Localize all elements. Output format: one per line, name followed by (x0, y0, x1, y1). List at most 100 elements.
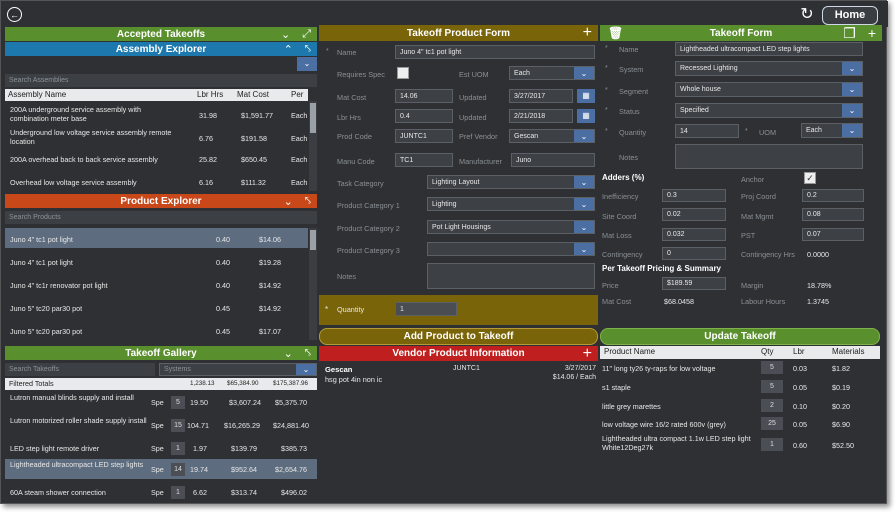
refresh-icon[interactable]: ↻ (798, 6, 816, 24)
product-category-3-select[interactable]: ⌄ (427, 242, 595, 256)
add-product-button[interactable]: Add Product to Takeoff (319, 328, 598, 345)
col-mat-cost[interactable]: Mat Cost (237, 90, 269, 99)
trash-icon[interactable]: 🗑 (608, 26, 623, 40)
add-icon[interactable]: + (583, 24, 592, 42)
mat-cost-input[interactable]: 14.06 (395, 89, 453, 103)
list-item[interactable]: 200A underground service assembly with c… (5, 105, 308, 125)
lbr-hrs-input[interactable]: 0.4 (395, 109, 453, 123)
chevron-down-icon[interactable]: ⌄ (842, 83, 862, 96)
prod-code-input[interactable]: JUNTC1 (395, 129, 453, 143)
list-item[interactable]: Underground low voltage service assembly… (5, 128, 308, 148)
chevron-down-icon[interactable]: ⌄ (574, 243, 594, 255)
mat-mgmt-input[interactable]: 0.08 (802, 208, 864, 221)
product-category-2-select[interactable]: Pot Light Housings ⌄ (427, 220, 595, 234)
table-row[interactable]: low voltage wire 16/2 rated 600v (grey) … (600, 416, 880, 433)
mat-loss-input[interactable]: 0.032 (662, 228, 726, 241)
proj-coord-input[interactable]: 0.2 (802, 189, 864, 202)
takeoff-name-input[interactable]: Lightheaded ultracompact LED step lights (675, 42, 863, 56)
requires-spec-checkbox[interactable] (397, 67, 409, 79)
copy-icon[interactable]: ❐ (843, 25, 856, 42)
list-item[interactable]: Lightheaded ultracompact LED step lights… (5, 459, 317, 479)
scroll-thumb[interactable] (310, 230, 316, 250)
list-item[interactable]: 200A overhead back to back service assem… (5, 155, 308, 167)
col-assembly-name[interactable]: Assembly Name (8, 90, 66, 99)
notes-textarea[interactable] (427, 263, 595, 289)
table-row[interactable]: s1 staple 5 0.05 $0.19 (600, 379, 880, 396)
scroll-thumb[interactable] (310, 103, 316, 133)
list-item[interactable]: Overhead low voltage service assembly 6.… (5, 178, 308, 190)
col-product-name[interactable]: Product Name (604, 347, 655, 356)
list-item[interactable]: LED step light remote driver Spe 1 1.97 … (5, 438, 317, 458)
status-select[interactable]: Specified ⌄ (675, 103, 863, 118)
manu-code-input[interactable]: TC1 (395, 153, 453, 167)
search-products-input[interactable]: Search Products (5, 211, 317, 224)
site-coord-input[interactable]: 0.02 (662, 208, 726, 221)
calendar-icon[interactable]: ▦ (577, 89, 595, 103)
product-category-1-select[interactable]: Lighting ⌄ (427, 197, 595, 211)
expand-icon[interactable]: ⤢ (302, 28, 311, 41)
list-item[interactable]: 60A steam shower connection Spe 1 6.62 $… (5, 482, 317, 502)
updated-date-input[interactable]: 3/27/2017 (509, 89, 573, 103)
contingency-input[interactable]: 0 (662, 247, 726, 260)
table-row[interactable]: Lightheaded ultra compact 1.1w LED step … (600, 434, 880, 456)
col-lbr-hrs[interactable]: Lbr Hrs (197, 90, 223, 99)
chevron-down-icon[interactable]: ⌄ (281, 28, 290, 41)
list-item[interactable]: Juno 5" tc20 par30 pot 0.45 $17.07 (5, 320, 308, 340)
system-select[interactable]: Recessed Lighting ⌄ (675, 61, 863, 76)
assembly-scrollbar[interactable] (309, 101, 317, 191)
col-materials[interactable]: Materials (832, 347, 864, 356)
chevron-down-icon[interactable]: ⌄ (842, 124, 862, 137)
collapse-icon[interactable]: ⤣ (305, 347, 311, 360)
assembly-filter-chevron[interactable]: ⌄ (297, 57, 317, 71)
inefficiency-input[interactable]: 0.3 (662, 189, 726, 202)
collapse-icon[interactable]: ⤣ (305, 195, 311, 208)
systems-select[interactable]: Systems ⌄ (159, 363, 317, 376)
takeoff-quantity-input[interactable]: 14 (675, 124, 739, 138)
takeoff-notes-textarea[interactable] (675, 144, 863, 169)
pst-input[interactable]: 0.07 (802, 228, 864, 241)
chevron-down-icon[interactable]: ⌄ (574, 221, 594, 233)
chevron-down-icon[interactable]: ⌄ (574, 130, 594, 142)
add-icon[interactable]: + (583, 345, 592, 363)
calendar-icon[interactable]: ▦ (577, 109, 595, 123)
chevron-down-icon[interactable]: ⌄ (842, 62, 862, 75)
chevron-down-icon[interactable]: ⌄ (842, 104, 862, 117)
list-item[interactable]: Juno 4" tc1 pot light 0.40 $19.28 (5, 251, 308, 271)
search-takeoffs-input[interactable]: Search Takeoffs (5, 363, 155, 376)
add-icon[interactable]: + (868, 25, 876, 41)
list-item[interactable]: Juno 4" tc1r renovator pot light 0.40 $1… (5, 274, 308, 294)
chevron-down-icon[interactable]: ⌄ (574, 67, 594, 79)
chevron-down-icon[interactable]: ⌄ (574, 176, 594, 188)
product-name-input[interactable]: Juno 4" tc1 pot light (395, 45, 595, 59)
list-item[interactable]: Lutron manual blinds supply and install … (5, 392, 317, 412)
segment-select[interactable]: Whole house ⌄ (675, 82, 863, 97)
updated-date-input-2[interactable]: 2/21/2018 (509, 109, 573, 123)
search-assemblies-input[interactable]: Search Assemblies (5, 74, 317, 87)
pref-vendor-select[interactable]: Gescan ⌄ (509, 129, 595, 143)
home-button[interactable]: Home (822, 6, 878, 25)
quantity-input[interactable]: 1 (395, 302, 457, 316)
task-category-select[interactable]: Lighting Layout ⌄ (427, 175, 595, 189)
list-item[interactable]: Juno 5" tc20 par30 pot 0.45 $14.92 (5, 297, 308, 317)
table-row[interactable]: little grey marettes 2 0.10 $0.20 (600, 398, 880, 415)
anchor-checkbox[interactable]: ✓ (804, 172, 816, 184)
back-icon[interactable]: ← (7, 7, 22, 22)
col-qty[interactable]: Qty (761, 347, 773, 356)
product-scrollbar[interactable] (309, 228, 317, 340)
collapse-icon[interactable]: ⤣ (305, 43, 311, 56)
list-item[interactable]: Juno 4" tc1 pot light 0.40 $14.06 (5, 228, 308, 248)
chevron-down-icon[interactable]: ⌄ (284, 195, 293, 208)
list-item[interactable]: Lutron motorized roller shade supply ins… (5, 415, 317, 435)
manufacturer-input[interactable]: Juno (511, 153, 595, 167)
update-takeoff-button[interactable]: Update Takeoff (600, 328, 880, 345)
table-row[interactable]: 11" long ty26 ty-raps for low voltage 5 … (600, 360, 880, 377)
chevron-up-icon[interactable]: ⌃ (284, 43, 293, 56)
vendor-item[interactable]: Gescan JUNTC1 3/27/2017 hsg pot 4in non … (319, 363, 598, 385)
col-per[interactable]: Per (291, 90, 303, 99)
uom-select[interactable]: Each ⌄ (801, 123, 863, 138)
chevron-down-icon[interactable]: ⌄ (284, 347, 293, 360)
chevron-down-icon[interactable]: ⌄ (574, 198, 594, 210)
col-lbr[interactable]: Lbr (793, 347, 805, 356)
est-uom-select[interactable]: Each ⌄ (509, 66, 595, 80)
chevron-down-icon[interactable]: ⌄ (296, 364, 316, 375)
